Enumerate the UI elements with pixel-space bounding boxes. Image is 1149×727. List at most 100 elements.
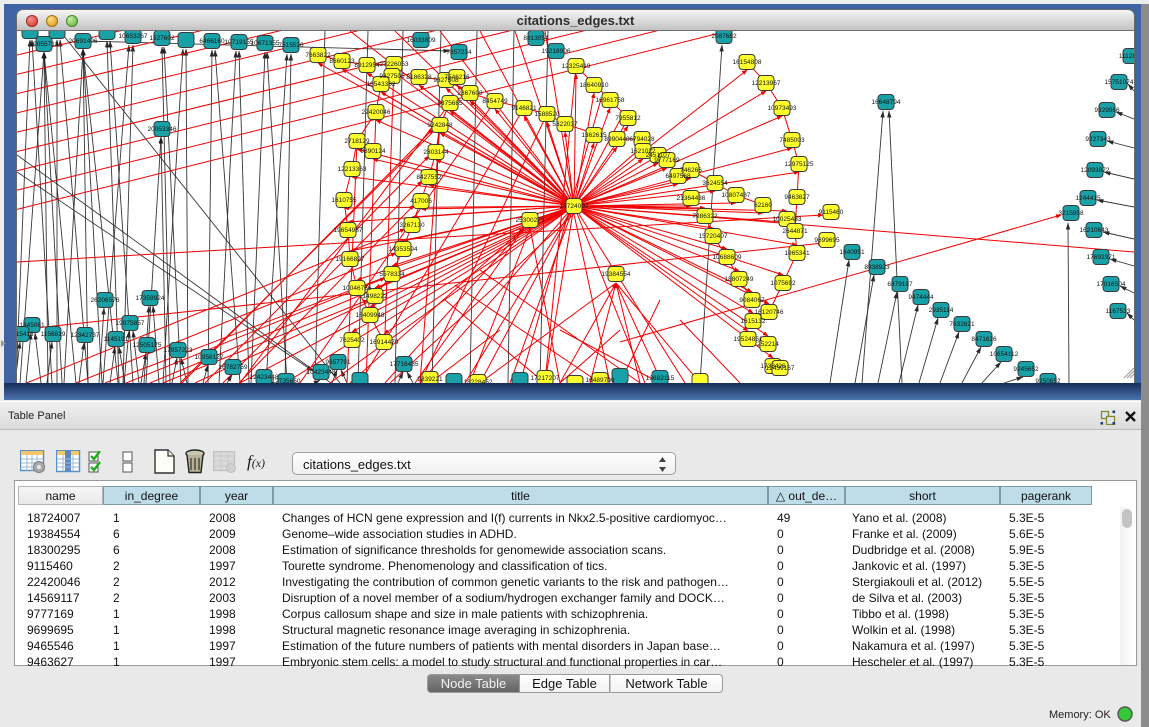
svg-text:15720407: 15720407 — [699, 233, 728, 240]
svg-text:7546216: 7546216 — [444, 74, 470, 81]
svg-text:9084067: 9084067 — [739, 297, 765, 304]
svg-text:19218906: 19218906 — [542, 48, 571, 55]
svg-text:2803144: 2803144 — [423, 149, 449, 156]
svg-text:12975125: 12975125 — [785, 161, 814, 168]
svg-text:19055713: 19055713 — [30, 41, 59, 48]
svg-text:21364436: 21364436 — [677, 195, 706, 202]
svg-text:3267130: 3267130 — [399, 222, 425, 229]
svg-text:19975857: 19975857 — [116, 320, 145, 327]
svg-text:20691406: 20691406 — [69, 38, 98, 45]
svg-text:3215958: 3215958 — [1058, 210, 1084, 217]
svg-text:1145191: 1145191 — [104, 336, 129, 343]
svg-text:13682115: 13682115 — [646, 375, 675, 382]
svg-text:9327505: 9327505 — [379, 73, 405, 80]
svg-text:1640951: 1640951 — [839, 249, 865, 256]
svg-text:16210643: 16210643 — [1080, 227, 1109, 234]
svg-text:1362615: 1362615 — [581, 132, 607, 139]
svg-text:2087682: 2087682 — [711, 33, 737, 40]
svg-text:9699695: 9699695 — [814, 237, 840, 244]
svg-text:417006: 417006 — [410, 198, 432, 205]
svg-text:10423448: 10423448 — [307, 369, 336, 376]
svg-text:7632621: 7632621 — [949, 321, 975, 328]
svg-text:1167533: 1167533 — [1106, 308, 1131, 315]
svg-text:7625402: 7625402 — [339, 337, 365, 344]
svg-text:9839221: 9839221 — [417, 376, 443, 383]
svg-text:16409948: 16409948 — [356, 312, 385, 319]
svg-text:16120746: 16120746 — [755, 309, 784, 316]
svg-text:9463627: 9463627 — [784, 194, 810, 201]
svg-text:12213967: 12213967 — [752, 80, 781, 87]
svg-text:10046766: 10046766 — [343, 285, 372, 292]
svg-text:7663822: 7663822 — [305, 52, 331, 59]
svg-text:8912954: 8912954 — [354, 62, 380, 69]
svg-text:16648794: 16648794 — [872, 99, 901, 106]
svg-text:10958127: 10958127 — [195, 354, 224, 361]
svg-text:25300273: 25300273 — [516, 217, 545, 224]
svg-text:9242848: 9242848 — [427, 122, 453, 129]
svg-text:8813054: 8813054 — [523, 35, 549, 42]
svg-text:10719155: 10719155 — [225, 39, 254, 46]
svg-text:9777169: 9777169 — [654, 157, 680, 164]
svg-text:8471626: 8471626 — [971, 336, 997, 343]
svg-text:1156819: 1156819 — [41, 331, 66, 338]
svg-text:9146821: 9146821 — [511, 105, 537, 112]
svg-text:15751074: 15751074 — [1105, 79, 1134, 86]
svg-text:9890124: 9890124 — [360, 148, 386, 155]
svg-text:8660123: 8660123 — [329, 58, 355, 65]
svg-text:17016504: 17016504 — [1097, 281, 1126, 288]
svg-text:2867608: 2867608 — [457, 90, 483, 97]
svg-text:2644871: 2644871 — [782, 228, 808, 235]
svg-text:1615132: 1615132 — [740, 318, 766, 325]
svg-text:16961758: 16961758 — [596, 97, 625, 104]
svg-text:1112842: 1112842 — [1119, 53, 1134, 60]
svg-text:16782759: 16782759 — [219, 364, 248, 371]
svg-text:62160: 62160 — [754, 202, 772, 209]
svg-text:19166827: 19166827 — [336, 256, 365, 263]
svg-text:19384554: 19384554 — [602, 271, 631, 278]
svg-text:1845061: 1845061 — [19, 322, 45, 329]
svg-text:1244415: 1244415 — [1075, 195, 1101, 202]
svg-text:2718129: 2718129 — [344, 138, 370, 145]
svg-text:17359924: 17359924 — [136, 295, 165, 302]
svg-text:12325419: 12325419 — [562, 63, 591, 70]
svg-text:8990448: 8990448 — [604, 136, 630, 143]
svg-text:17957223: 17957223 — [164, 347, 193, 354]
svg-text:2935114: 2935114 — [929, 307, 954, 314]
svg-text:16033809: 16033809 — [407, 37, 436, 44]
svg-text:6466160: 6466160 — [199, 38, 225, 45]
svg-text:12093872: 12093872 — [1081, 167, 1110, 174]
svg-text:1527602: 1527602 — [149, 35, 175, 42]
svg-text:10807487: 10807487 — [722, 192, 751, 199]
svg-text:7857234: 7857234 — [446, 49, 472, 56]
svg-text:17692971: 17692971 — [1087, 254, 1116, 261]
svg-text:23226053: 23226053 — [380, 61, 409, 68]
svg-text:16543382: 16543382 — [367, 81, 396, 88]
svg-text:6794028: 6794028 — [629, 136, 655, 143]
svg-text:7485003: 7485003 — [779, 137, 805, 144]
svg-text:12213363: 12213363 — [338, 166, 367, 173]
svg-text:1075692: 1075692 — [770, 280, 796, 287]
svg-text:17716485: 17716485 — [390, 361, 419, 368]
svg-text:19654987: 19654987 — [334, 227, 363, 234]
svg-text:18807249: 18807249 — [725, 276, 754, 283]
svg-text:10654112: 10654112 — [990, 351, 1019, 358]
svg-text:12505175: 12505175 — [133, 342, 162, 349]
svg-text:12342737: 12342737 — [71, 332, 100, 339]
svg-text:1610755: 1610755 — [331, 197, 357, 204]
svg-text:10671355: 10671355 — [251, 40, 280, 47]
svg-text:5322037: 5322037 — [552, 121, 578, 128]
svg-text:3915413: 3915413 — [17, 331, 34, 338]
svg-text:10025433: 10025433 — [773, 216, 802, 223]
svg-text:1498222: 1498222 — [362, 293, 388, 300]
svg-text:8186328: 8186328 — [406, 74, 432, 81]
svg-text:8427552: 8427552 — [416, 174, 442, 181]
svg-text:17217207: 17217207 — [531, 375, 560, 382]
svg-text:1588520: 1588520 — [534, 111, 560, 118]
svg-text:252214: 252214 — [757, 341, 779, 348]
svg-text:9657791: 9657791 — [325, 359, 351, 366]
svg-text:6879197: 6879197 — [887, 281, 913, 288]
svg-text:5875685: 5875685 — [437, 100, 463, 107]
svg-text:16914479: 16914479 — [370, 339, 399, 346]
svg-text:9227343: 9227343 — [1085, 136, 1111, 143]
svg-text:9245652: 9245652 — [1013, 366, 1039, 373]
